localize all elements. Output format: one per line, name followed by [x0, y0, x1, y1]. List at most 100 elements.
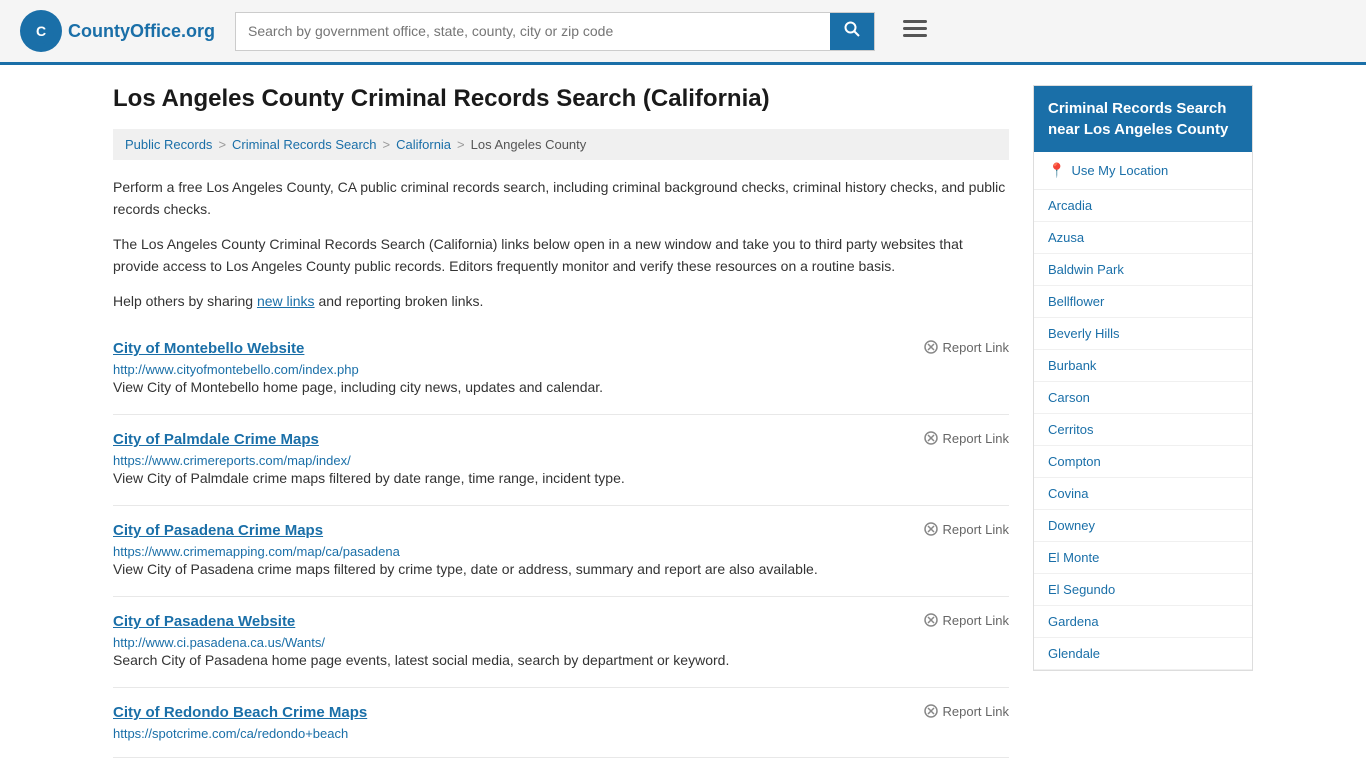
result-desc-3: Search City of Pasadena home page events…: [113, 650, 1009, 671]
sidebar-city-link-14[interactable]: Glendale: [1034, 638, 1252, 669]
result-header: City of Pasadena Website Report Link: [113, 613, 1009, 630]
sidebar-city-item: El Segundo: [1034, 574, 1252, 606]
result-title-2[interactable]: City of Pasadena Crime Maps: [113, 522, 323, 539]
sidebar-city-link-13[interactable]: Gardena: [1034, 606, 1252, 637]
breadcrumb-sep-2: >: [383, 137, 391, 152]
breadcrumb-current: Los Angeles County: [471, 137, 587, 152]
result-item: City of Pasadena Website Report Link htt…: [113, 597, 1009, 688]
breadcrumb: Public Records > Criminal Records Search…: [113, 129, 1009, 160]
result-url-3[interactable]: http://www.ci.pasadena.ca.us/Wants/: [113, 635, 325, 650]
breadcrumb-criminal-records[interactable]: Criminal Records Search: [232, 137, 377, 152]
sidebar-city-item: Azusa: [1034, 222, 1252, 254]
svg-text:C: C: [36, 23, 46, 39]
sidebar-city-link-3[interactable]: Bellflower: [1034, 286, 1252, 317]
logo-link[interactable]: C CountyOffice.org: [20, 10, 215, 52]
sidebar-city-link-7[interactable]: Cerritos: [1034, 414, 1252, 445]
result-title-3[interactable]: City of Pasadena Website: [113, 613, 295, 630]
site-header: C CountyOffice.org: [0, 0, 1366, 65]
intro-paragraph-3: Help others by sharing new links and rep…: [113, 290, 1009, 312]
sidebar-city-link-5[interactable]: Burbank: [1034, 350, 1252, 381]
report-link-4[interactable]: Report Link: [924, 704, 1009, 719]
report-link-0[interactable]: Report Link: [924, 340, 1009, 355]
sidebar-city-item: Beverly Hills: [1034, 318, 1252, 350]
sidebar-city-item: Bellflower: [1034, 286, 1252, 318]
sidebar-city-item: Baldwin Park: [1034, 254, 1252, 286]
report-icon-1: [924, 431, 938, 445]
search-bar: [235, 12, 875, 51]
main-container: Los Angeles County Criminal Records Sear…: [93, 65, 1273, 778]
result-header: City of Redondo Beach Crime Maps Report …: [113, 704, 1009, 721]
location-icon: 📍: [1048, 162, 1065, 179]
search-input[interactable]: [236, 13, 830, 50]
sidebar-city-link-1[interactable]: Azusa: [1034, 222, 1252, 253]
result-title-4[interactable]: City of Redondo Beach Crime Maps: [113, 704, 367, 721]
result-header: City of Palmdale Crime Maps Report Link: [113, 431, 1009, 448]
logo-text: CountyOffice.org: [68, 21, 215, 42]
sidebar-city-link-0[interactable]: Arcadia: [1034, 190, 1252, 221]
sidebar-city-link-4[interactable]: Beverly Hills: [1034, 318, 1252, 349]
report-link-1[interactable]: Report Link: [924, 431, 1009, 446]
intro3-suffix: and reporting broken links.: [315, 293, 484, 309]
sidebar: Criminal Records Search near Los Angeles…: [1033, 85, 1253, 758]
intro-paragraph-1: Perform a free Los Angeles County, CA pu…: [113, 176, 1009, 221]
report-link-3[interactable]: Report Link: [924, 613, 1009, 628]
logo-icon: C: [20, 10, 62, 52]
results-list: City of Montebello Website Report Link h…: [113, 324, 1009, 758]
sidebar-city-link-10[interactable]: Downey: [1034, 510, 1252, 541]
result-url-1[interactable]: https://www.crimereports.com/map/index/: [113, 453, 351, 468]
result-title-1[interactable]: City of Palmdale Crime Maps: [113, 431, 319, 448]
breadcrumb-california[interactable]: California: [396, 137, 451, 152]
sidebar-city-item: Carson: [1034, 382, 1252, 414]
result-url-0[interactable]: http://www.cityofmontebello.com/index.ph…: [113, 362, 359, 377]
report-link-label-2: Report Link: [943, 522, 1009, 537]
result-desc-2: View City of Pasadena crime maps filtere…: [113, 559, 1009, 580]
report-icon-3: [924, 613, 938, 627]
sidebar-city-item: Compton: [1034, 446, 1252, 478]
sidebar-city-link-9[interactable]: Covina: [1034, 478, 1252, 509]
result-url-2[interactable]: https://www.crimemapping.com/map/ca/pasa…: [113, 544, 400, 559]
new-links-link[interactable]: new links: [257, 293, 315, 309]
page-title: Los Angeles County Criminal Records Sear…: [113, 85, 1009, 113]
content-area: Los Angeles County Criminal Records Sear…: [113, 85, 1009, 758]
result-item: City of Palmdale Crime Maps Report Link …: [113, 415, 1009, 506]
sidebar-title: Criminal Records Search near Los Angeles…: [1034, 86, 1252, 152]
use-my-location[interactable]: 📍 Use My Location: [1034, 152, 1252, 190]
result-item: City of Redondo Beach Crime Maps Report …: [113, 688, 1009, 758]
result-url-4[interactable]: https://spotcrime.com/ca/redondo+beach: [113, 726, 348, 741]
result-header: City of Pasadena Crime Maps Report Link: [113, 522, 1009, 539]
sidebar-city-link-11[interactable]: El Monte: [1034, 542, 1252, 573]
sidebar-city-item: Glendale: [1034, 638, 1252, 670]
report-icon-0: [924, 340, 938, 354]
sidebar-cities-list: ArcadiaAzusaBaldwin ParkBellflowerBeverl…: [1034, 190, 1252, 670]
result-desc-0: View City of Montebello home page, inclu…: [113, 377, 1009, 398]
intro3-prefix: Help others by sharing: [113, 293, 257, 309]
sidebar-city-link-2[interactable]: Baldwin Park: [1034, 254, 1252, 285]
report-link-label-1: Report Link: [943, 431, 1009, 446]
report-link-label-0: Report Link: [943, 340, 1009, 355]
report-icon-4: [924, 704, 938, 718]
sidebar-city-item: Downey: [1034, 510, 1252, 542]
result-title-0[interactable]: City of Montebello Website: [113, 340, 304, 357]
sidebar-city-item: El Monte: [1034, 542, 1252, 574]
hamburger-menu-button[interactable]: [895, 14, 935, 48]
breadcrumb-sep-3: >: [457, 137, 465, 152]
sidebar-city-item: Arcadia: [1034, 190, 1252, 222]
breadcrumb-sep-1: >: [218, 137, 226, 152]
report-link-label-3: Report Link: [943, 613, 1009, 628]
report-link-label-4: Report Link: [943, 704, 1009, 719]
breadcrumb-public-records[interactable]: Public Records: [125, 137, 212, 152]
sidebar-city-link-6[interactable]: Carson: [1034, 382, 1252, 413]
result-desc-1: View City of Palmdale crime maps filtere…: [113, 468, 1009, 489]
sidebar-city-link-12[interactable]: El Segundo: [1034, 574, 1252, 605]
intro-paragraph-2: The Los Angeles County Criminal Records …: [113, 233, 1009, 278]
search-button[interactable]: [830, 13, 874, 50]
sidebar-box: Criminal Records Search near Los Angeles…: [1033, 85, 1253, 671]
sidebar-city-item: Burbank: [1034, 350, 1252, 382]
sidebar-city-link-8[interactable]: Compton: [1034, 446, 1252, 477]
result-header: City of Montebello Website Report Link: [113, 340, 1009, 357]
report-link-2[interactable]: Report Link: [924, 522, 1009, 537]
sidebar-city-item: Gardena: [1034, 606, 1252, 638]
sidebar-city-item: Covina: [1034, 478, 1252, 510]
sidebar-city-item: Cerritos: [1034, 414, 1252, 446]
result-item: City of Pasadena Crime Maps Report Link …: [113, 506, 1009, 597]
